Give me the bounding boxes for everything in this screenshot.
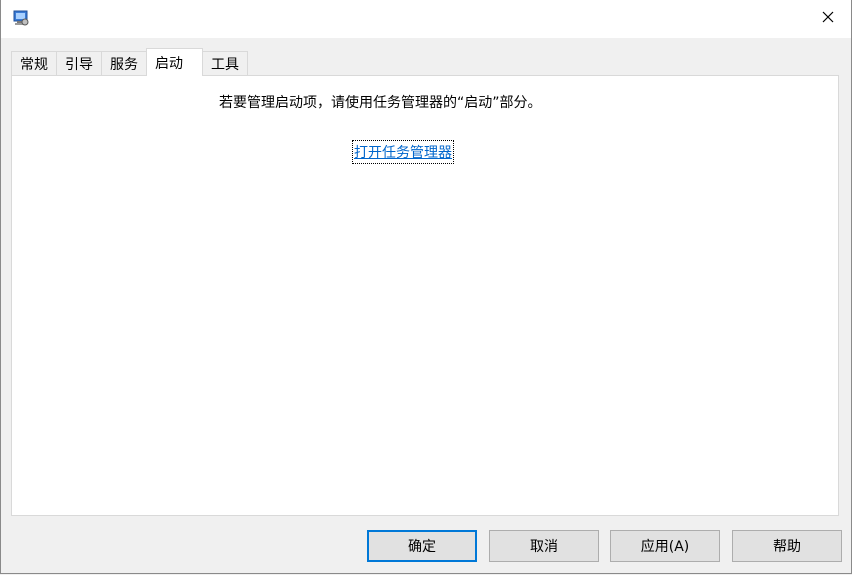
help-button[interactable]: 帮助 bbox=[732, 530, 842, 562]
title-bar bbox=[1, 0, 851, 38]
cancel-button[interactable]: 取消 bbox=[489, 530, 599, 562]
msconfig-app-icon bbox=[13, 10, 29, 26]
tab-strip: 常规 引导 服务 启动 工具 bbox=[11, 48, 248, 76]
tab-tools[interactable]: 工具 bbox=[202, 51, 248, 76]
apply-button[interactable]: 应用(A) bbox=[610, 530, 720, 562]
startup-message: 若要管理启动项，请使用任务管理器的“启动”部分。 bbox=[219, 95, 542, 111]
close-button[interactable] bbox=[805, 0, 851, 38]
tab-services[interactable]: 服务 bbox=[101, 51, 147, 76]
close-icon bbox=[822, 11, 834, 27]
tab-general[interactable]: 常规 bbox=[11, 51, 57, 76]
ok-button[interactable]: 确定 bbox=[367, 530, 477, 562]
system-configuration-window: 常规 引导 服务 启动 工具 若要管理启动项，请使用任务管理器的“启动”部分。 … bbox=[0, 0, 852, 574]
open-task-manager-link[interactable]: 打开任务管理器 bbox=[352, 140, 454, 164]
startup-tab-panel: 若要管理启动项，请使用任务管理器的“启动”部分。 打开任务管理器 bbox=[11, 75, 839, 516]
tab-startup[interactable]: 启动 bbox=[146, 48, 203, 76]
tab-boot[interactable]: 引导 bbox=[56, 51, 102, 76]
